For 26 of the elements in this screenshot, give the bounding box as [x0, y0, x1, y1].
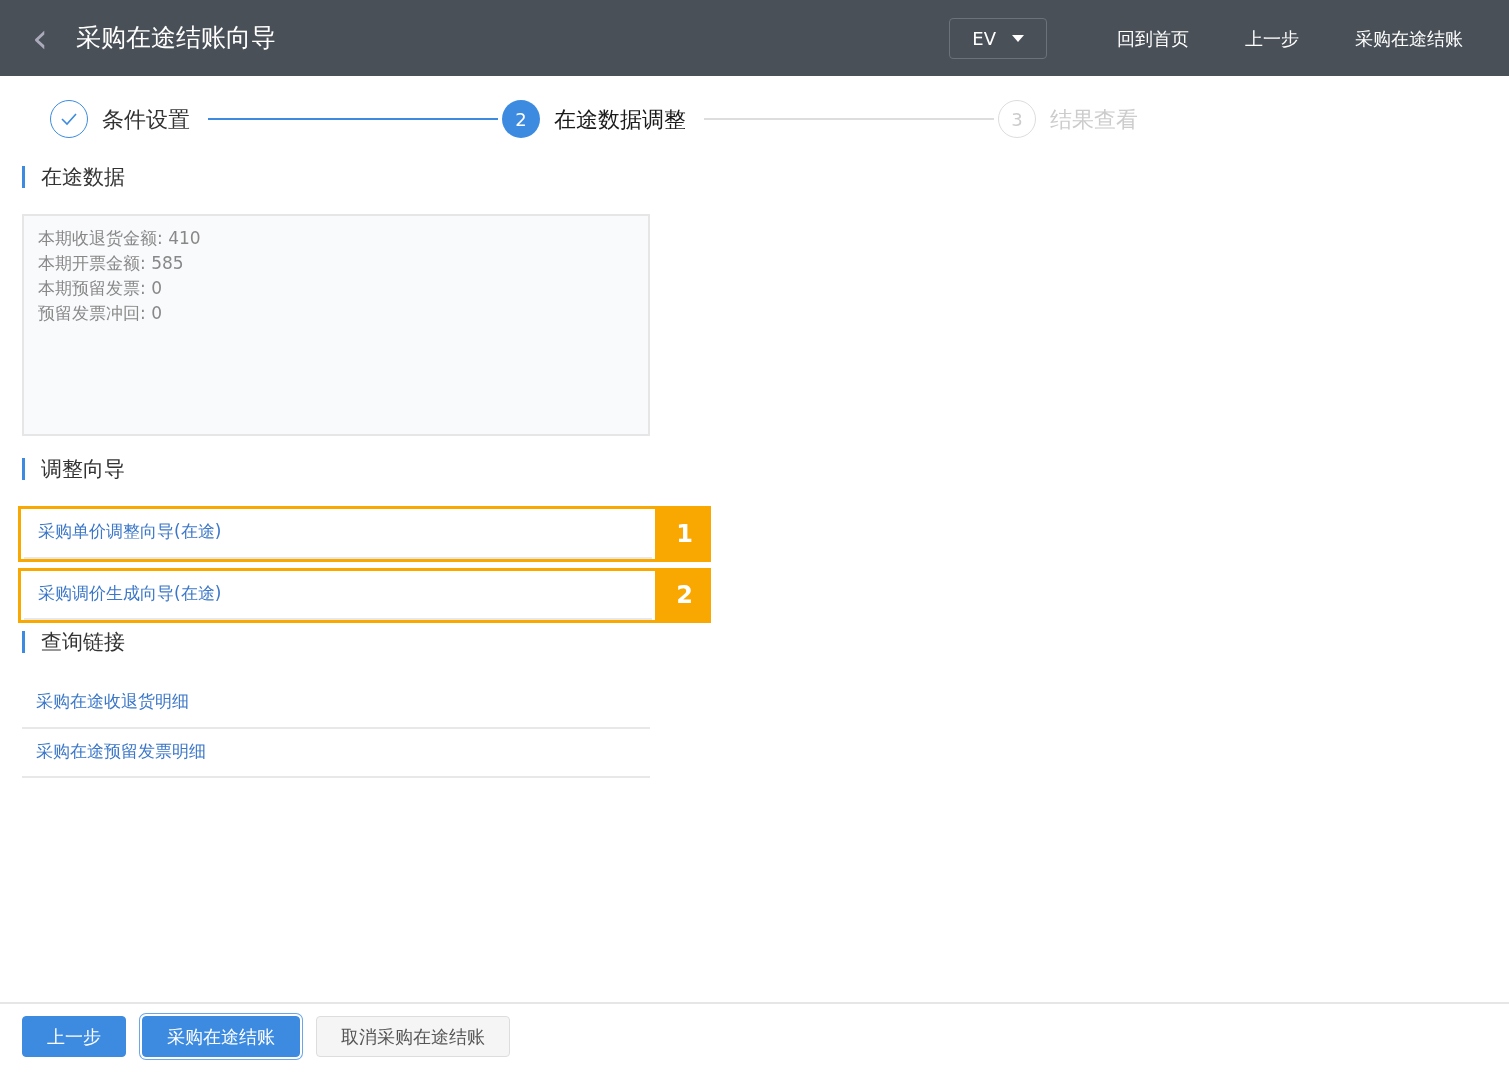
- language-dropdown[interactable]: EV: [949, 17, 1047, 59]
- header-link[interactable]: 回到首页: [1111, 23, 1195, 53]
- page-title: 采购在途结账向导: [76, 22, 276, 55]
- summary-line: 本期收退货金额: 410: [38, 227, 202, 250]
- caret-icon: [1012, 34, 1024, 42]
- section-title: 查询链接: [22, 631, 1509, 653]
- back-button[interactable]: ‹: [26, 17, 54, 59]
- callout-number: 2: [658, 567, 711, 623]
- step-label: 在途数据调整: [554, 105, 686, 134]
- summary-line: 本期预留发票: 0: [38, 277, 163, 300]
- section-title: 在途数据: [22, 166, 1509, 188]
- summary-line: 预留发票冲回: 0: [38, 302, 163, 325]
- footer-button[interactable]: 采购在途结账: [142, 1016, 300, 1057]
- step-circle: 2: [502, 100, 540, 138]
- callout-number: 1: [658, 506, 711, 562]
- header-link[interactable]: 采购在途结账: [1349, 23, 1469, 53]
- wizard-link[interactable]: 采购调价生成向导(在途): [24, 570, 652, 620]
- header-link[interactable]: 上一步: [1239, 23, 1305, 53]
- section-title: 调整向导: [22, 458, 1509, 480]
- step-label: 条件设置: [102, 105, 190, 134]
- wizard-link[interactable]: 采购在途收退货明细: [22, 679, 650, 729]
- footer-button[interactable]: 取消采购在途结账: [316, 1016, 510, 1057]
- summary-line: 本期开票金额: 585: [38, 252, 185, 275]
- wizard-link[interactable]: 采购在途预留发票明细: [22, 728, 650, 778]
- footer-button[interactable]: 上一步: [22, 1016, 126, 1057]
- wizard-link[interactable]: 采购单价调整向导(在途): [24, 509, 652, 559]
